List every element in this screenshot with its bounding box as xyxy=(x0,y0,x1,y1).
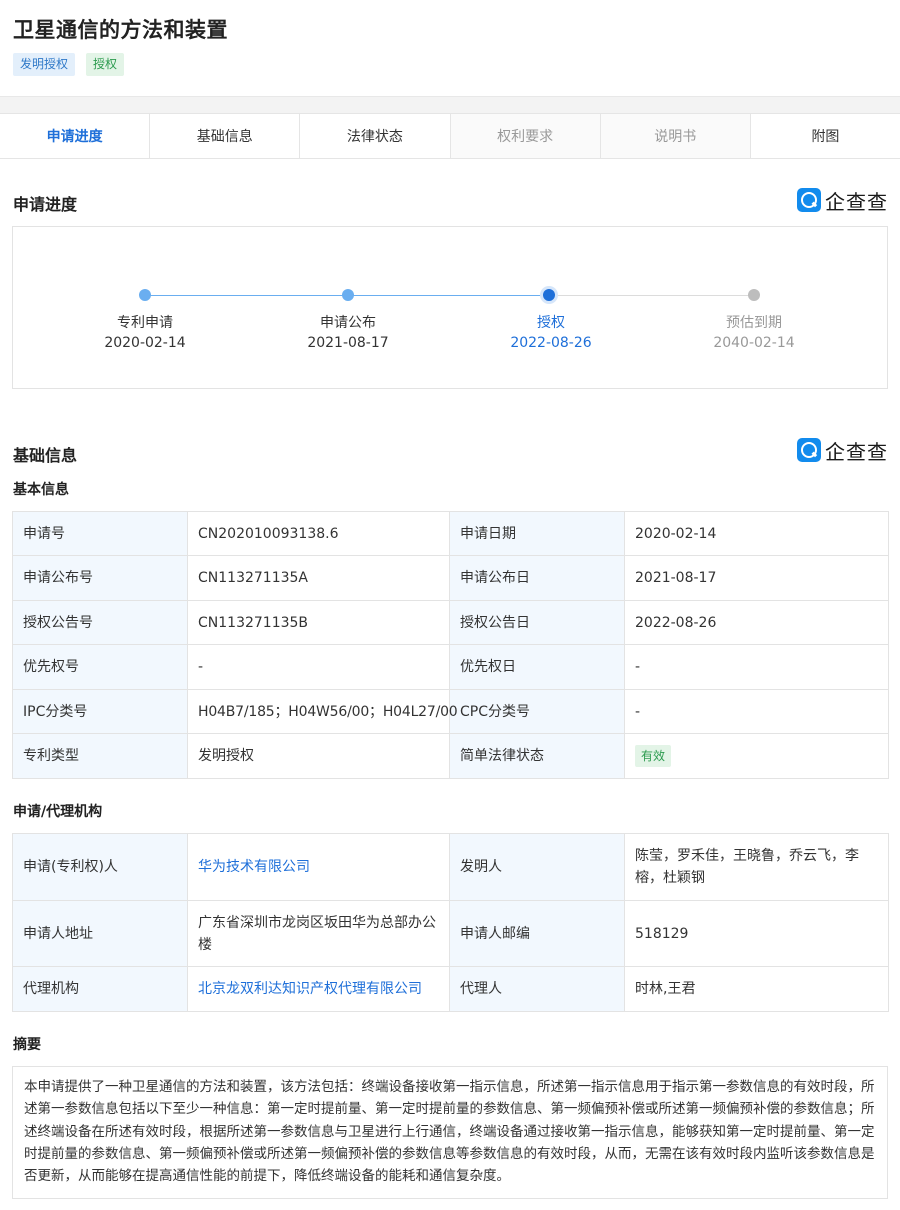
tab-description[interactable]: 说明书 xyxy=(600,114,751,158)
brand-logo: 企查查 xyxy=(797,187,888,214)
step-date-published: 2021-08-17 xyxy=(307,335,389,351)
priority-date: - xyxy=(624,644,889,690)
legal-status-cell: 有效 xyxy=(624,733,889,779)
divider-band xyxy=(0,96,900,114)
table-row: 代理机构 北京龙双利达知识产权代理有限公司 代理人 时林,王君 xyxy=(12,966,889,1012)
applicant-address: 广东省深圳市龙岗区坂田华为总部办公楼 xyxy=(187,900,450,967)
patent-type: 发明授权 xyxy=(187,733,450,779)
tab-legal-status[interactable]: 法律状态 xyxy=(300,114,451,158)
field-label: 申请公布日 xyxy=(449,555,625,601)
agency-cell: 北京龙双利达知识产权代理有限公司 xyxy=(187,966,450,1012)
field-label: 代理人 xyxy=(449,966,625,1012)
cpc-classification: - xyxy=(624,689,889,734)
timeline-track-future xyxy=(549,295,755,296)
abstract-text: 本申请提供了一种卫星通信的方法和装置，该方法包括：终端设备接收第一指示信息，所述… xyxy=(12,1066,888,1199)
applicant-cell: 华为技术有限公司 xyxy=(187,833,450,901)
status-badge: 有效 xyxy=(635,745,672,767)
table-row: 申请公布号 CN113271135A 申请公布日 2021-08-17 xyxy=(12,555,889,601)
step-dot-filed xyxy=(139,289,151,301)
step-label-granted: 授权 xyxy=(537,315,565,331)
field-label: 代理机构 xyxy=(12,966,188,1012)
step-label-published: 申请公布 xyxy=(320,315,376,331)
tab-bar: 申请进度 基础信息 法律状态 权利要求 说明书 附图 xyxy=(0,113,900,159)
field-label: 申请(专利权)人 xyxy=(12,833,188,901)
table-row: IPC分类号 H04B7/185；H04W56/00；H04L27/00 CPC… xyxy=(12,689,889,734)
field-label: 申请公布号 xyxy=(12,555,188,601)
tab-claims[interactable]: 权利要求 xyxy=(450,114,601,158)
field-label: 优先权号 xyxy=(12,644,188,690)
table-row: 申请号 CN202010093138.6 申请日期 2020-02-14 xyxy=(12,511,889,556)
progress-section-title: 申请进度 xyxy=(13,195,78,214)
tab-progress[interactable]: 申请进度 xyxy=(0,114,151,158)
status-tag: 授权 xyxy=(86,53,125,76)
grant-number: CN113271135B xyxy=(187,600,450,645)
brand-logo-2: 企查查 xyxy=(797,437,888,464)
field-label: 申请日期 xyxy=(449,511,625,556)
table-row: 申请(专利权)人 华为技术有限公司 发明人 陈莹，罗禾佳，王晓鲁，乔云飞，李榕，… xyxy=(12,833,889,901)
step-label-filed: 专利申请 xyxy=(117,315,173,331)
inventors: 陈莹，罗禾佳，王晓鲁，乔云飞，李榕，杜颖钢 xyxy=(624,833,889,901)
agency-link[interactable]: 北京龙双利达知识产权代理有限公司 xyxy=(198,981,422,997)
basic-section-title: 基础信息 xyxy=(13,446,78,465)
tab-drawings[interactable]: 附图 xyxy=(750,114,900,158)
field-label: 发明人 xyxy=(449,833,625,901)
field-label: 授权公告日 xyxy=(449,600,625,645)
progress-timeline: 专利申请 2020-02-14 申请公布 2021-08-17 授权 2022-… xyxy=(12,226,888,389)
step-dot-published xyxy=(342,289,354,301)
application-date: 2020-02-14 xyxy=(624,511,889,556)
step-date-filed: 2020-02-14 xyxy=(104,335,186,351)
applicant-postcode: 518129 xyxy=(624,900,889,967)
step-date-granted: 2022-08-26 xyxy=(510,335,592,351)
table-row: 授权公告号 CN113271135B 授权公告日 2022-08-26 xyxy=(12,600,889,645)
brand-name: 企查查 xyxy=(825,439,888,464)
field-label: 申请人地址 xyxy=(12,900,188,967)
qcc-logo-icon xyxy=(797,438,821,462)
publication-number: CN113271135A xyxy=(187,555,450,601)
publication-date: 2021-08-17 xyxy=(624,555,889,601)
qcc-logo-icon xyxy=(797,188,821,212)
step-dot-expiry xyxy=(748,289,760,301)
basic-info-table: 申请号 CN202010093138.6 申请日期 2020-02-14 申请公… xyxy=(12,511,889,779)
abstract-subtitle: 摘要 xyxy=(13,1037,41,1053)
field-label: 专利类型 xyxy=(12,733,188,779)
tab-basic-info[interactable]: 基础信息 xyxy=(150,114,301,158)
field-label: 申请号 xyxy=(12,511,188,556)
table-row: 申请人地址 广东省深圳市龙岗区坂田华为总部办公楼 申请人邮编 518129 xyxy=(12,900,889,967)
ipc-classification: H04B7/185；H04W56/00；H04L27/00 xyxy=(187,689,458,734)
agency-subtitle: 申请/代理机构 xyxy=(13,804,103,820)
field-label: 简单法律状态 xyxy=(449,733,625,779)
agency-table: 申请(专利权)人 华为技术有限公司 发明人 陈莹，罗禾佳，王晓鲁，乔云飞，李榕，… xyxy=(12,833,889,1012)
grant-date: 2022-08-26 xyxy=(624,600,889,645)
field-label: CPC分类号 xyxy=(449,689,625,734)
field-label: IPC分类号 xyxy=(12,689,188,734)
field-label: 优先权日 xyxy=(449,644,625,690)
application-number: CN202010093138.6 xyxy=(187,511,450,556)
field-label: 申请人邮编 xyxy=(449,900,625,967)
applicant-link[interactable]: 华为技术有限公司 xyxy=(198,859,310,875)
table-row: 优先权号 - 优先权日 - xyxy=(12,644,889,690)
priority-number: - xyxy=(187,644,450,690)
step-label-expiry: 预估到期 xyxy=(726,315,782,331)
step-dot-granted xyxy=(543,289,555,301)
patent-type-tag: 发明授权 xyxy=(13,53,76,76)
step-date-expiry: 2040-02-14 xyxy=(713,335,795,351)
agents: 时林,王君 xyxy=(624,966,889,1012)
page-title: 卫星通信的方法和装置 xyxy=(13,18,228,42)
table-row: 专利类型 发明授权 简单法律状态 有效 xyxy=(12,733,889,779)
brand-name: 企查查 xyxy=(825,189,888,214)
basic-info-subtitle: 基本信息 xyxy=(13,482,69,498)
field-label: 授权公告号 xyxy=(12,600,188,645)
